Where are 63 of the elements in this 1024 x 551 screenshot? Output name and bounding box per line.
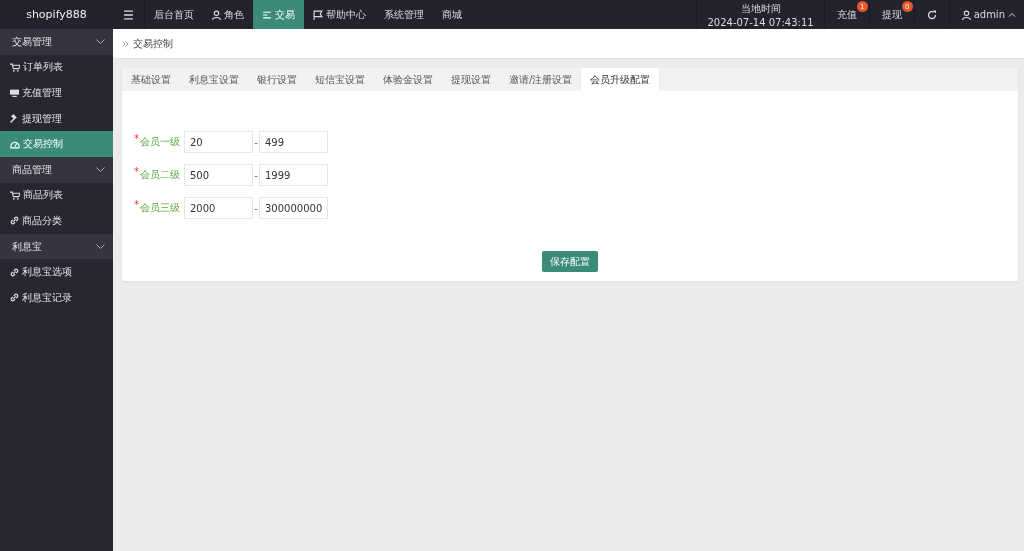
link-icon: [10, 267, 19, 277]
person-icon: [961, 9, 971, 20]
chevron-icon: [122, 40, 129, 47]
sidebar-item[interactable]: 商品分类: [0, 208, 113, 234]
nav-tab[interactable]: 系统管理: [375, 0, 433, 29]
breadcrumb-text: 交易控制: [133, 36, 173, 51]
settings-tab[interactable]: 短信宝设置: [306, 68, 374, 91]
settings-tab[interactable]: 银行设置: [248, 68, 306, 91]
field-label: 会员一级: [140, 135, 180, 149]
monitor-icon: [10, 89, 19, 97]
settings-tab[interactable]: 会员升级配置: [581, 68, 660, 91]
max-input[interactable]: 1999: [259, 164, 328, 186]
settings-tab[interactable]: 体验金设置: [374, 68, 442, 91]
required-mark: *: [134, 201, 139, 209]
min-input[interactable]: 20: [184, 131, 253, 153]
nav-tab[interactable]: 帮助中心: [304, 0, 375, 29]
range-dash: -: [253, 202, 259, 214]
chevron-icon: [96, 167, 105, 173]
person-icon: [212, 9, 221, 20]
settings-tab[interactable]: 基础设置: [122, 68, 180, 91]
max-input[interactable]: 300000000: [259, 197, 328, 219]
sidebar-item[interactable]: 充值管理: [0, 80, 113, 106]
required-mark: *: [134, 135, 139, 143]
link-icon: [10, 293, 19, 303]
sidebar-item[interactable]: 交易控制: [0, 131, 113, 157]
chevron-icon: [96, 39, 105, 45]
gauge-icon: [10, 139, 20, 149]
flag-icon: [313, 9, 323, 20]
field-label: 会员三级: [140, 201, 180, 215]
nav-tab[interactable]: 角色: [203, 0, 253, 29]
settings-tab[interactable]: 提现设置: [442, 68, 500, 91]
sidebar-item[interactable]: 提现管理: [0, 105, 113, 132]
min-input[interactable]: 500: [184, 164, 253, 186]
sidebar-group[interactable]: 交易管理: [0, 29, 113, 55]
clock-time: 2024-07-14 07:43:11: [707, 16, 814, 28]
hammer-icon: [10, 114, 19, 124]
sidebar-item[interactable]: 利息宝选项: [0, 259, 113, 285]
sidebar-group[interactable]: 利息宝: [0, 233, 113, 260]
nav-tab[interactable]: 商城: [433, 0, 471, 29]
save-button[interactable]: 保存配置: [542, 251, 598, 272]
chevron-icon: [96, 244, 105, 250]
max-input[interactable]: 499: [259, 131, 328, 153]
nav-tab[interactable]: 交易: [253, 0, 304, 29]
link-icon: [10, 216, 19, 226]
min-input[interactable]: 2000: [184, 197, 253, 219]
caret-icon: [1008, 12, 1016, 17]
clock-label: 当地时间: [740, 1, 781, 16]
brand-logo: shopify888: [25, 7, 88, 23]
settings-tab[interactable]: 邀请/注册设置: [500, 68, 582, 91]
cart-icon: [10, 190, 20, 200]
sidebar-item[interactable]: 利息宝记录: [0, 284, 113, 311]
cart-icon: [10, 62, 20, 72]
sidebar-item[interactable]: 商品列表: [0, 182, 113, 209]
sidebar-item[interactable]: 订单列表: [0, 54, 113, 81]
sidebar-group[interactable]: 商品管理: [0, 156, 113, 183]
nav-tab[interactable]: 后台首页: [145, 0, 203, 29]
settings-tab[interactable]: 利息宝设置: [180, 68, 248, 91]
range-dash: -: [253, 169, 259, 181]
range-dash: -: [253, 136, 259, 148]
bars-icon: [262, 10, 272, 19]
required-mark: *: [134, 168, 139, 176]
user-menu[interactable]: admin: [949, 0, 1024, 29]
field-label: 会员二级: [140, 168, 180, 182]
